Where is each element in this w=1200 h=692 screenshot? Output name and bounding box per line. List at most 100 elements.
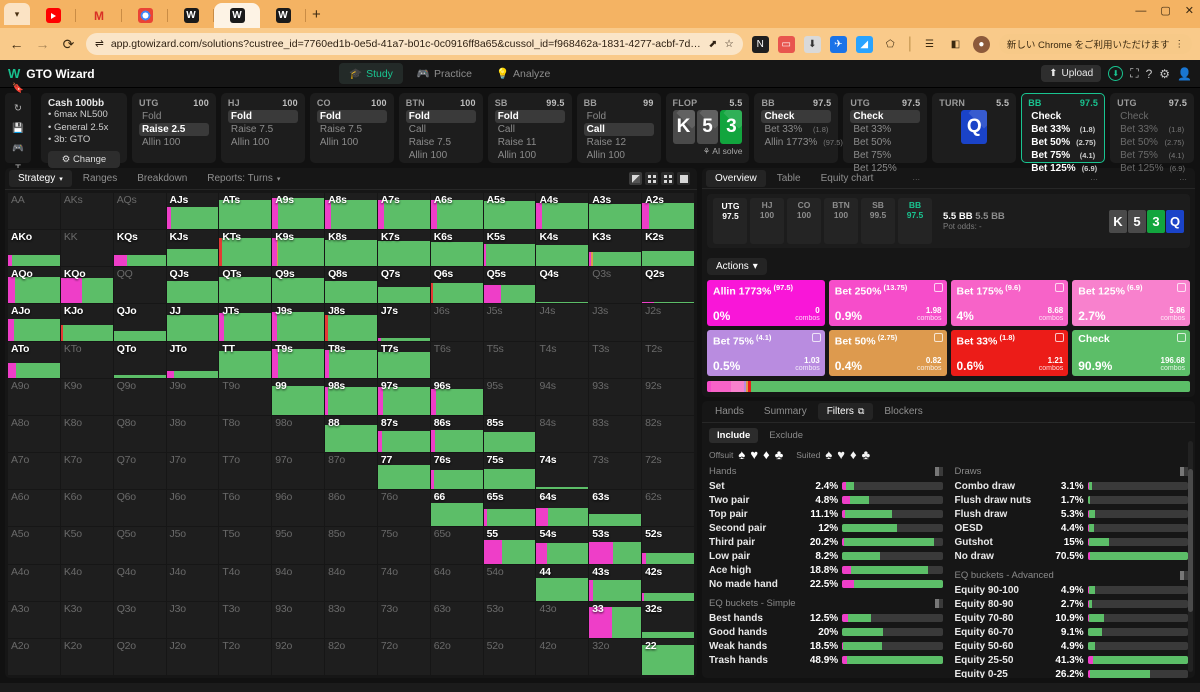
matrix-cell-63s[interactable]: 63s bbox=[589, 490, 642, 527]
node-utg[interactable]: UTG 100 Fold Raise 2.5 Allin 100 bbox=[132, 93, 216, 163]
action-bet-50-[interactable]: Bet 50% (2.75) 0.4% 0.82 combos bbox=[828, 330, 947, 376]
matrix-cell-K7s[interactable]: K7s bbox=[377, 230, 430, 267]
filter-row[interactable]: Equity 50-60 4.9% bbox=[955, 639, 1188, 653]
matrix-cell-T6o[interactable]: T6o bbox=[219, 490, 272, 527]
action-option[interactable]: Bet 125% (6.9) bbox=[1028, 162, 1098, 175]
lock-action-button[interactable] bbox=[1177, 283, 1186, 292]
matrix-cell-T2s[interactable]: T2s bbox=[642, 341, 694, 378]
action-option[interactable]: Fold bbox=[316, 110, 387, 123]
matrix-cell-T5s[interactable]: T5s bbox=[483, 341, 536, 378]
matrix-cell-J6s[interactable]: J6s bbox=[430, 304, 483, 341]
brand[interactable]: W GTO Wizard bbox=[8, 66, 95, 81]
matrix-cell-AQs[interactable]: AQs bbox=[113, 193, 166, 230]
matrix-cell-99[interactable]: 99 bbox=[272, 378, 325, 415]
matrix-cell-94s[interactable]: 94s bbox=[536, 378, 589, 415]
matrix-cell-J9o[interactable]: J9o bbox=[166, 378, 219, 415]
node-bb-flop[interactable]: BB 97.5 Check Bet 33% (1.8) Allin 1773% (97.5) bbox=[754, 93, 843, 163]
matrix-cell-T8o[interactable]: T8o bbox=[219, 415, 272, 453]
filter-row[interactable]: Equity 90-100 4.9% bbox=[955, 583, 1188, 597]
matrix-cell-T5o[interactable]: T5o bbox=[219, 527, 272, 564]
matrix-cell-J7o[interactable]: J7o bbox=[166, 453, 219, 490]
matrix-cell-KTo[interactable]: KTo bbox=[60, 341, 113, 378]
matrix-cell-Q9s[interactable]: Q9s bbox=[272, 267, 325, 304]
action-option[interactable]: Check bbox=[761, 110, 832, 123]
matrix-cell-65o[interactable]: 65o bbox=[430, 527, 483, 564]
matrix-cell-Q7s[interactable]: Q7s bbox=[377, 267, 430, 304]
action-allin-1773-[interactable]: Allin 1773% (97.5) 0% 0 combos bbox=[707, 280, 825, 326]
filter-row[interactable]: Best hands 12.5% bbox=[709, 611, 943, 625]
matrix-cell-76o[interactable]: 76o bbox=[377, 490, 430, 527]
matrix-cell-85s[interactable]: 85s bbox=[483, 415, 536, 453]
matrix-cell-J6o[interactable]: J6o bbox=[166, 490, 219, 527]
filter-row[interactable]: Set 2.4% bbox=[709, 479, 943, 493]
action-option[interactable]: Allin 1773% (97.5) bbox=[761, 136, 842, 149]
matrix-cell-K2s[interactable]: K2s bbox=[642, 230, 694, 267]
filter-row[interactable]: Flush draw 5.3% bbox=[955, 507, 1188, 521]
matrix-cell-94o[interactable]: 94o bbox=[272, 564, 325, 601]
matrix-cell-Q4o[interactable]: Q4o bbox=[113, 564, 166, 601]
lock-action-button[interactable] bbox=[1177, 333, 1186, 342]
filter-row[interactable]: Second pair 12% bbox=[709, 521, 943, 535]
matrix-cell-82o[interactable]: 82o bbox=[325, 638, 377, 675]
action-option[interactable]: Raise 12 bbox=[584, 136, 654, 149]
matrix-cell-T2o[interactable]: T2o bbox=[219, 638, 272, 675]
action-option[interactable]: Bet 33% (1.8) bbox=[1028, 123, 1098, 136]
action-option[interactable]: Allin 100 bbox=[584, 149, 654, 162]
position-hj[interactable]: HJ 100 bbox=[750, 198, 784, 244]
matrix-cell-J2s[interactable]: J2s bbox=[642, 304, 694, 341]
position-co[interactable]: CO 100 bbox=[787, 198, 821, 244]
youtube-tab[interactable] bbox=[30, 3, 76, 28]
matrix-cell-A4s[interactable]: A4s bbox=[536, 193, 589, 230]
extension-cyan-icon[interactable]: ◢ bbox=[855, 35, 873, 53]
matrix-cell-KJs[interactable]: KJs bbox=[166, 230, 219, 267]
matrix-cell-65s[interactable]: 65s bbox=[483, 490, 536, 527]
filter-row[interactable]: Good hands 20% bbox=[709, 625, 943, 639]
filter-row[interactable]: Equity 70-80 10.9% bbox=[955, 611, 1188, 625]
matrix-cell-54o[interactable]: 54o bbox=[483, 564, 536, 601]
wizard-tab-1[interactable]: W bbox=[168, 3, 214, 28]
scan-icon[interactable]: ⛶ bbox=[1130, 66, 1138, 81]
extension-blue-icon[interactable]: ✈ bbox=[829, 35, 847, 53]
upload-button[interactable]: ⬆ Upload bbox=[1041, 65, 1102, 82]
gear-icon[interactable]: ⚙ bbox=[1159, 67, 1170, 81]
notion-icon[interactable]: N bbox=[751, 35, 769, 53]
matrix-cell-J3o[interactable]: J3o bbox=[166, 601, 219, 638]
action-option[interactable]: Bet 50% (2.75) bbox=[1028, 136, 1098, 149]
filters-tab-hands[interactable]: Hands bbox=[706, 403, 753, 420]
matrix-cell-A2o[interactable]: A2o bbox=[8, 638, 60, 675]
filter-row[interactable]: OESD 4.4% bbox=[955, 521, 1188, 535]
node-btn[interactable]: BTN 100 Fold Call Raise 7.5 Allin 100 bbox=[398, 93, 483, 163]
matrix-cell-93s[interactable]: 93s bbox=[589, 378, 642, 415]
matrix-cell-53s[interactable]: 53s bbox=[589, 527, 642, 564]
solid-view-icon[interactable] bbox=[677, 172, 690, 185]
matrix-cell-J7s[interactable]: J7s bbox=[377, 304, 430, 341]
extension-outline-icon[interactable]: ⬠ bbox=[882, 36, 899, 53]
matrix-cell-76s[interactable]: 76s bbox=[430, 453, 483, 490]
club-icon[interactable]: ♣ bbox=[775, 448, 784, 461]
matrix-cell-T4o[interactable]: T4o bbox=[219, 564, 272, 601]
matrix-cell-Q4s[interactable]: Q4s bbox=[536, 267, 589, 304]
action-option[interactable]: Raise 7.5 bbox=[228, 123, 298, 136]
exclude-button[interactable]: Exclude bbox=[761, 428, 811, 443]
club-suited-icon[interactable]: ♣ bbox=[862, 448, 871, 461]
node-co[interactable]: CO 100 Fold Raise 7.5 Allin 100 bbox=[309, 93, 394, 163]
action-option[interactable]: Check bbox=[850, 110, 921, 123]
action-option[interactable]: Fold bbox=[405, 110, 476, 123]
matrix-cell-Q5o[interactable]: Q5o bbox=[113, 527, 166, 564]
position-sb[interactable]: SB 99.5 bbox=[861, 198, 895, 244]
overview-tab-overview[interactable]: Overview bbox=[706, 169, 766, 187]
matrix-cell-Q3s[interactable]: Q3s bbox=[589, 267, 642, 304]
action-option[interactable]: Fold bbox=[494, 110, 565, 123]
matrix-cell-A3o[interactable]: A3o bbox=[8, 601, 60, 638]
filter-row[interactable]: Low pair 8.2% bbox=[709, 549, 943, 563]
lock-action-button[interactable] bbox=[933, 333, 943, 342]
filter-row[interactable]: Trash hands 48.9% bbox=[709, 653, 943, 667]
download-icon[interactable]: ⬇ bbox=[803, 35, 821, 53]
action-bet-250-[interactable]: Bet 250% (13.75) 0.9% 1.98 combos bbox=[828, 280, 947, 326]
action-option[interactable]: Raise 7.5 bbox=[406, 136, 476, 149]
action-option[interactable]: Call bbox=[495, 123, 565, 136]
matrix-cell-Q9o[interactable]: Q9o bbox=[113, 378, 166, 415]
lock-action-button[interactable] bbox=[1055, 333, 1065, 342]
more-options-icon[interactable]: … bbox=[850, 174, 920, 182]
nav-tab-analyze[interactable]: 💡 Analyze bbox=[486, 63, 560, 84]
